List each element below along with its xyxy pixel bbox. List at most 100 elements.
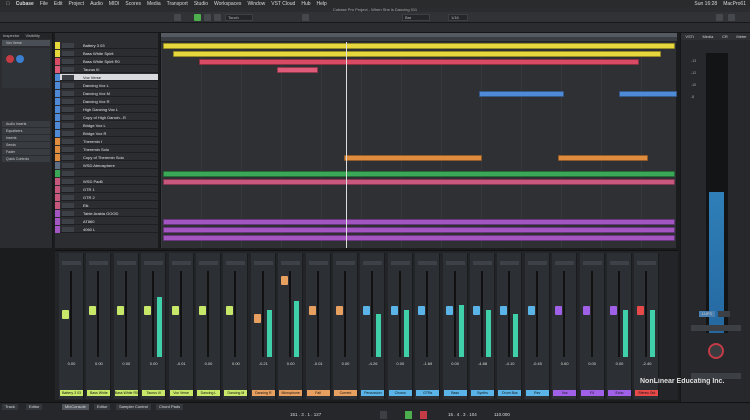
- track-controls-icon[interactable]: [62, 75, 74, 80]
- track-row[interactable]: Taurus III: [55, 66, 158, 73]
- channel-name[interactable]: Battery 3 03: [60, 390, 83, 396]
- pan-control[interactable]: [555, 261, 575, 265]
- fader-value[interactable]: 0.00: [141, 361, 166, 366]
- mixer-channel[interactable]: 0.00 Battery 3 03: [59, 253, 84, 399]
- fader-cap[interactable]: [500, 305, 508, 315]
- fader-cap[interactable]: [637, 305, 645, 315]
- pan-control[interactable]: [199, 261, 218, 265]
- record-button[interactable]: [420, 411, 427, 419]
- tab-media[interactable]: Media: [702, 33, 713, 40]
- track-controls-icon[interactable]: [62, 123, 74, 128]
- fader-track[interactable]: [344, 271, 346, 357]
- fader-cap[interactable]: [582, 305, 590, 315]
- fader-track[interactable]: [152, 271, 155, 357]
- fader-track[interactable]: [453, 271, 456, 357]
- split-tool[interactable]: [214, 14, 221, 21]
- track-row[interactable]: [55, 170, 158, 177]
- fader-cap[interactable]: [473, 305, 480, 315]
- audio-event[interactable]: [163, 171, 675, 177]
- mixer-channel[interactable]: -0.01 Fall: [305, 253, 331, 399]
- ruler[interactable]: [161, 33, 677, 42]
- tab-editor[interactable]: Editor: [26, 404, 43, 410]
- track-controls-icon[interactable]: [62, 203, 74, 208]
- pan-control[interactable]: [144, 261, 164, 265]
- mixer-channel[interactable]: -4.10 Drum Bus: [497, 253, 523, 399]
- menu-file[interactable]: File: [40, 1, 48, 7]
- track-controls-icon[interactable]: [62, 59, 74, 64]
- event-display[interactable]: [161, 42, 677, 248]
- menu-window[interactable]: Window: [247, 1, 265, 7]
- channel-name[interactable]: Synths: [471, 390, 494, 396]
- locator-range[interactable]: [161, 33, 677, 37]
- channel-name[interactable]: Chorus: [388, 390, 412, 396]
- fader-value[interactable]: 0.00: [223, 361, 248, 366]
- tab-track[interactable]: Track: [2, 404, 18, 410]
- mixer-channel[interactable]: -0.01 Vox Verse: [168, 253, 194, 399]
- fader-track[interactable]: [289, 271, 292, 357]
- fader-track[interactable]: [261, 271, 264, 357]
- pan-control[interactable]: [171, 261, 191, 265]
- track-row[interactable]: Copy of High Dancin...R: [55, 114, 158, 121]
- constrain-button[interactable]: [174, 14, 181, 21]
- pan-control[interactable]: [418, 261, 438, 265]
- track-row[interactable]: WSD Atmosphere: [55, 162, 158, 169]
- channel-name[interactable]: Rev: [525, 390, 549, 396]
- track-row[interactable]: Dancing Vox M: [55, 90, 158, 97]
- inspector-track-name[interactable]: Vox Verse: [2, 40, 50, 46]
- track-controls-icon[interactable]: [62, 139, 74, 144]
- fader-cap[interactable]: [308, 305, 316, 315]
- pan-control[interactable]: [226, 261, 246, 265]
- fader-value[interactable]: -4.26: [360, 361, 385, 366]
- fader-cap[interactable]: [555, 305, 563, 315]
- audio-event[interactable]: [619, 91, 677, 97]
- mixer-channel[interactable]: 0.00 Current: [333, 253, 358, 399]
- automation-mode-select[interactable]: Touch: [225, 14, 253, 21]
- pan-control[interactable]: [308, 261, 328, 265]
- track-controls-icon[interactable]: [62, 67, 74, 72]
- channel-name[interactable]: Bass: [443, 390, 467, 396]
- fader-track[interactable]: [371, 271, 374, 357]
- track-row[interactable]: Dancing Vox L: [55, 82, 158, 89]
- track-row[interactable]: Copy of Theremin Solo: [55, 154, 158, 161]
- tab-editor-lower[interactable]: Editor: [94, 404, 111, 410]
- pan-control[interactable]: [281, 261, 301, 265]
- rack-button[interactable]: [691, 325, 741, 331]
- record-enable-icon[interactable]: [6, 55, 14, 63]
- mixer-channel[interactable]: 0.00 FX: [579, 253, 605, 399]
- fader-cap[interactable]: [171, 305, 179, 315]
- pan-control[interactable]: [89, 261, 109, 265]
- track-row[interactable]: Battery 3 03: [55, 42, 158, 49]
- track-controls-icon[interactable]: [62, 131, 74, 136]
- fader-value[interactable]: -2.40: [634, 361, 659, 366]
- fader-value[interactable]: 0.60: [552, 361, 577, 366]
- audio-event[interactable]: [163, 43, 675, 49]
- track-row[interactable]: Theremin I: [55, 138, 158, 145]
- audio-event[interactable]: [163, 227, 675, 233]
- channel-name[interactable]: Taurus III: [142, 390, 166, 396]
- track-controls-icon[interactable]: [62, 163, 74, 168]
- pan-control[interactable]: [363, 261, 383, 265]
- fader-track[interactable]: [316, 271, 319, 357]
- menu-help[interactable]: Help: [317, 1, 327, 7]
- mixer-channel[interactable]: 0.00 Dancing L: [196, 253, 221, 399]
- track-controls-icon[interactable]: [62, 171, 74, 176]
- select-tool[interactable]: [194, 14, 201, 21]
- menu-scores[interactable]: Scores: [125, 1, 141, 7]
- fader-value[interactable]: -4.88: [470, 361, 495, 366]
- pan-control[interactable]: [500, 261, 520, 265]
- mixer-button[interactable]: [728, 14, 735, 21]
- pan-control[interactable]: [445, 261, 465, 265]
- fader-value[interactable]: 0.00: [580, 361, 605, 366]
- fader-track[interactable]: [70, 271, 72, 357]
- channel-name[interactable]: Percussion: [361, 390, 385, 396]
- fader-value[interactable]: 0.00: [278, 361, 303, 366]
- mixer-channel[interactable]: -1.69 GTRs: [415, 253, 441, 399]
- tab-vsti[interactable]: VSTi: [685, 33, 694, 40]
- pan-control[interactable]: [62, 261, 81, 265]
- fader-value[interactable]: -4.10: [497, 361, 522, 366]
- track-row[interactable]: WSD Pad6: [55, 178, 158, 185]
- fader-track[interactable]: [179, 271, 182, 357]
- tab-inspector[interactable]: Inspector: [3, 33, 19, 39]
- fader-value[interactable]: -0.21: [251, 361, 276, 366]
- fader-track[interactable]: [481, 271, 483, 357]
